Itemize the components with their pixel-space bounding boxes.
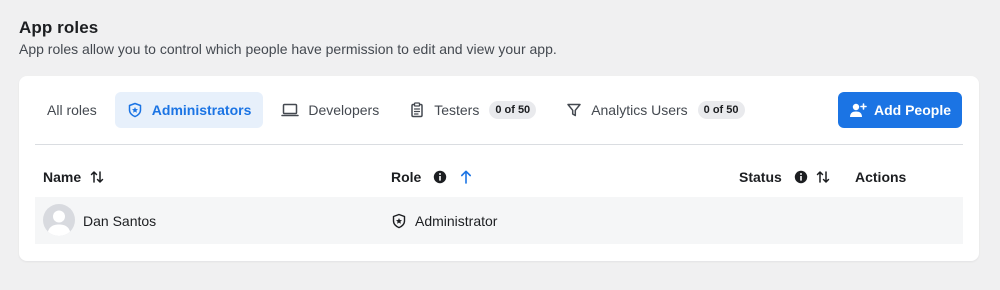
column-header-role[interactable]: Role [391,160,473,194]
shield-icon [127,102,143,118]
shield-icon [391,213,407,229]
analytics-users-count-badge: 0 of 50 [697,101,745,119]
sort-ascending-icon[interactable] [459,169,473,185]
filter-icon [566,102,582,118]
role-tabs: All roles Administrators Developers Test… [35,92,763,128]
tabs-divider [35,144,963,145]
add-person-icon [849,102,867,118]
column-label: Status [739,169,782,185]
row-role-label: Administrator [415,212,498,229]
tab-label: Administrators [151,102,252,118]
tab-label: Developers [308,102,380,118]
page-description: App roles allow you to control which peo… [19,41,557,57]
column-label: Actions [855,169,907,185]
laptop-icon [281,102,300,118]
clipboard-icon [409,102,425,118]
page-title: App roles [19,18,99,37]
sort-icon[interactable] [815,169,831,185]
tab-label: Testers [434,102,480,118]
tab-label: Analytics Users [591,102,688,118]
tab-analytics-users[interactable]: Analytics Users 0 of 50 [554,92,756,128]
tab-developers[interactable]: Developers [269,92,391,128]
info-icon[interactable] [433,170,447,184]
row-role: Administrator [391,197,497,244]
table-header: Name Role Status Actions [35,160,963,194]
table-row[interactable]: Dan Santos Administrator [35,197,963,244]
column-header-name[interactable]: Name [43,160,105,194]
default-avatar-icon [43,204,75,236]
column-header-actions: Actions [855,160,906,194]
column-label: Role [391,169,422,185]
column-header-status[interactable]: Status [739,160,831,194]
tab-label: All roles [47,102,97,118]
row-name: Dan Santos [83,212,157,229]
column-label: Name [43,169,82,185]
testers-count-badge: 0 of 50 [489,101,537,119]
tab-testers[interactable]: Testers 0 of 50 [397,92,548,128]
sort-icon[interactable] [89,169,105,185]
add-people-label: Add People [873,102,951,118]
tab-administrators[interactable]: Administrators [114,92,264,128]
app-roles-card: All roles Administrators Developers Test… [19,76,979,261]
info-icon[interactable] [794,170,808,184]
add-people-button[interactable]: Add People [838,92,962,128]
tab-all-roles[interactable]: All roles [35,92,109,128]
